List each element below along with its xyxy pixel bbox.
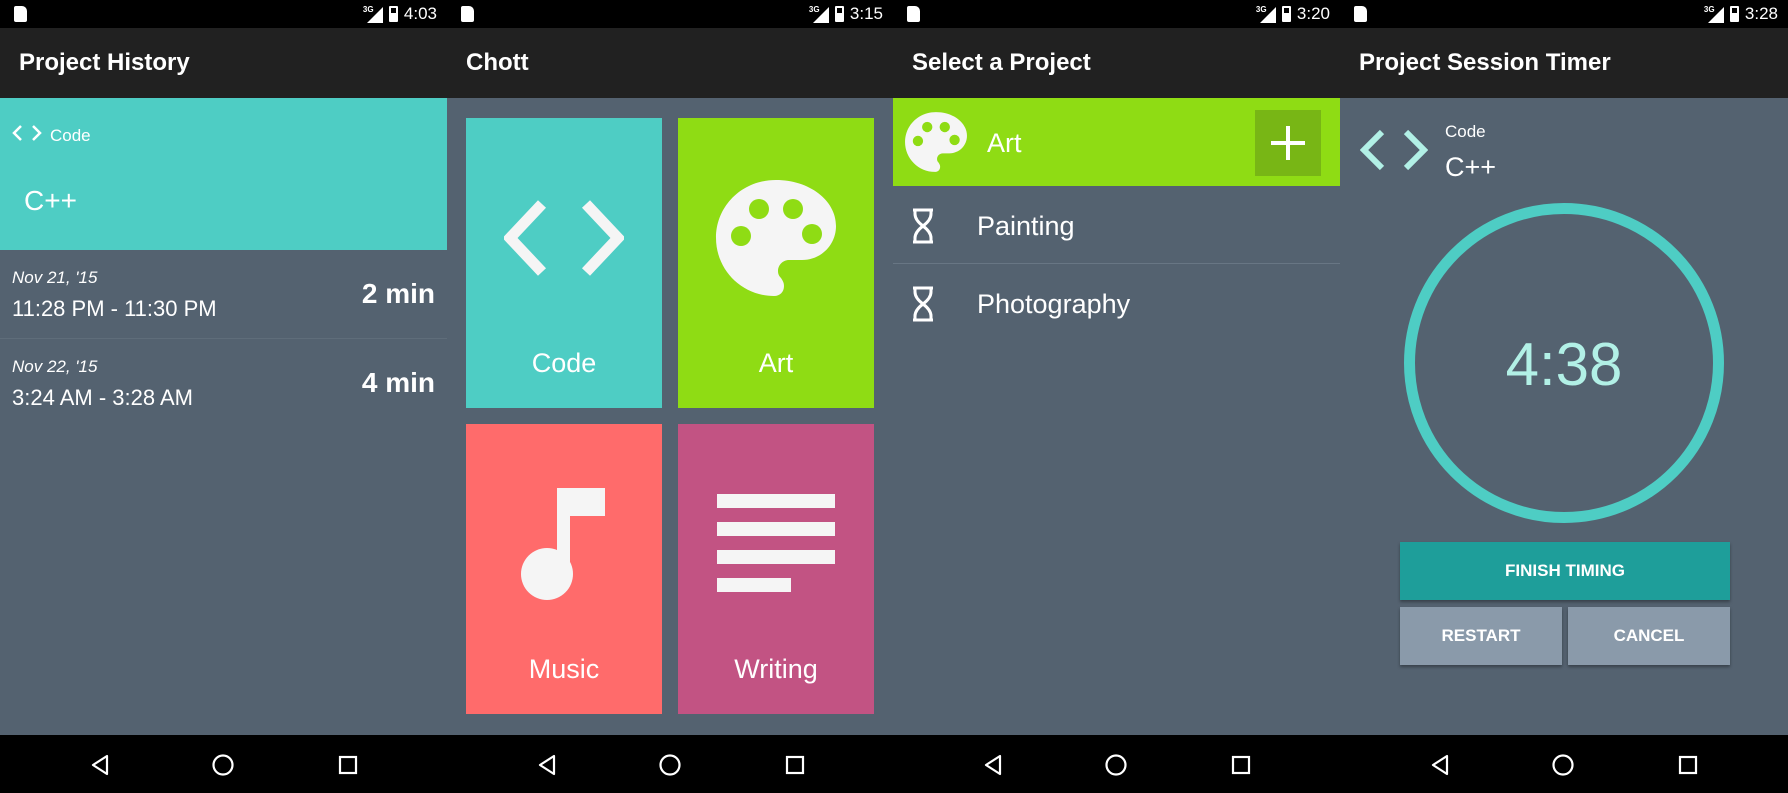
project-label: Photography — [977, 289, 1131, 319]
project-row-painting[interactable]: Painting — [893, 187, 1340, 264]
battery-icon — [1729, 6, 1739, 22]
music-note-icon — [466, 424, 662, 664]
session-date: Nov 22, '15 — [12, 357, 98, 376]
home-icon[interactable] — [658, 753, 682, 777]
session-row[interactable]: Nov 22, '15 3:24 AM - 3:28 AM 4 min — [0, 339, 447, 428]
status-time: 3:20 — [1296, 4, 1330, 23]
categories-screen: 3G 3:15 Chott Code Art Music Writing — [447, 0, 893, 793]
project-header — [0, 98, 447, 250]
category-label: Art — [987, 128, 1022, 158]
session-time-range: 11:28 PM - 11:30 PM — [12, 296, 217, 321]
project-name: C++ — [1445, 152, 1497, 182]
session-row[interactable]: Nov 21, '15 11:28 PM - 11:30 PM 2 min — [0, 250, 447, 339]
cancel-button[interactable]: CANCEL — [1568, 607, 1730, 665]
back-icon[interactable] — [88, 753, 112, 777]
home-icon[interactable] — [211, 753, 235, 777]
restart-button[interactable]: RESTART — [1400, 607, 1562, 665]
battery-icon — [1281, 6, 1291, 22]
tile-music[interactable]: Music — [466, 424, 662, 714]
session-duration: 2 min — [361, 278, 435, 309]
page-title: Project History — [0, 28, 447, 98]
select-project-screen: 3G 3:20 Select a Project Art Painting Ph — [893, 0, 1340, 793]
session-date: Nov 21, '15 — [12, 268, 98, 287]
sd-card-icon — [14, 6, 27, 22]
status-time: 3:28 — [1744, 4, 1778, 23]
status-bar: 3G 3:28 — [1340, 0, 1788, 28]
battery-icon — [834, 6, 844, 22]
timer-display: 4:38 — [1505, 331, 1623, 398]
back-icon[interactable] — [1428, 753, 1452, 777]
hourglass-icon — [911, 286, 935, 322]
code-icon — [12, 124, 42, 142]
finish-timing-button[interactable]: FINISH TIMING — [1400, 542, 1730, 600]
signal-3g-icon: 3G — [1704, 5, 1724, 23]
session-timer-screen: 3G 3:28 Project Session Timer Code C++ 4… — [1340, 0, 1788, 793]
category-row-art[interactable]: Art — [893, 98, 1340, 186]
tile-label: Music — [528, 654, 600, 684]
recents-icon[interactable] — [336, 753, 360, 777]
code-icon — [466, 118, 662, 358]
tile-writing[interactable]: Writing — [678, 424, 874, 714]
tile-label: Writing — [734, 654, 818, 684]
recents-icon[interactable] — [783, 753, 807, 777]
sd-card-icon — [1354, 6, 1367, 22]
recents-icon[interactable] — [1676, 753, 1700, 777]
project-history-screen: 3G 4:03 Project History Code C++ Nov 21,… — [0, 0, 447, 793]
nav-bar — [0, 735, 447, 793]
add-icon[interactable] — [1255, 110, 1321, 176]
tile-label: Code — [531, 348, 597, 378]
tile-code[interactable]: Code — [466, 118, 662, 408]
signal-3g-icon: 3G — [809, 5, 829, 23]
sd-card-icon — [907, 6, 920, 22]
battery-icon — [388, 6, 398, 22]
palette-icon — [903, 110, 969, 174]
tile-label: Art — [758, 348, 794, 378]
status-time: 3:15 — [849, 4, 883, 23]
sd-card-icon — [461, 6, 474, 22]
status-bar: 3G 4:03 — [0, 0, 447, 28]
page-title: Chott — [447, 28, 893, 98]
hourglass-icon — [911, 208, 935, 244]
project-name: C++ — [24, 185, 77, 216]
signal-3g-icon: 3G — [363, 5, 383, 23]
project-row-photography[interactable]: Photography — [893, 265, 1340, 342]
status-bar: 3G 3:20 — [893, 0, 1340, 28]
back-icon[interactable] — [981, 753, 1005, 777]
nav-bar — [1340, 735, 1788, 793]
home-icon[interactable] — [1551, 753, 1575, 777]
category-label: Code — [50, 126, 91, 145]
recents-icon[interactable] — [1229, 753, 1253, 777]
status-time: 4:03 — [403, 4, 437, 23]
category-label: Code — [1445, 122, 1486, 141]
project-label: Painting — [977, 211, 1075, 241]
code-icon — [1359, 128, 1429, 172]
home-icon[interactable] — [1104, 753, 1128, 777]
nav-bar — [447, 735, 893, 793]
status-bar: 3G 3:15 — [447, 0, 893, 28]
nav-bar — [893, 735, 1340, 793]
page-title: Project Session Timer — [1340, 28, 1788, 98]
tile-art[interactable]: Art — [678, 118, 874, 408]
session-duration: 4 min — [361, 367, 435, 398]
back-icon[interactable] — [535, 753, 559, 777]
page-title: Select a Project — [893, 28, 1340, 98]
signal-3g-icon: 3G — [1256, 5, 1276, 23]
session-time-range: 3:24 AM - 3:28 AM — [12, 385, 193, 410]
palette-icon — [678, 118, 874, 358]
text-lines-icon — [678, 424, 874, 664]
